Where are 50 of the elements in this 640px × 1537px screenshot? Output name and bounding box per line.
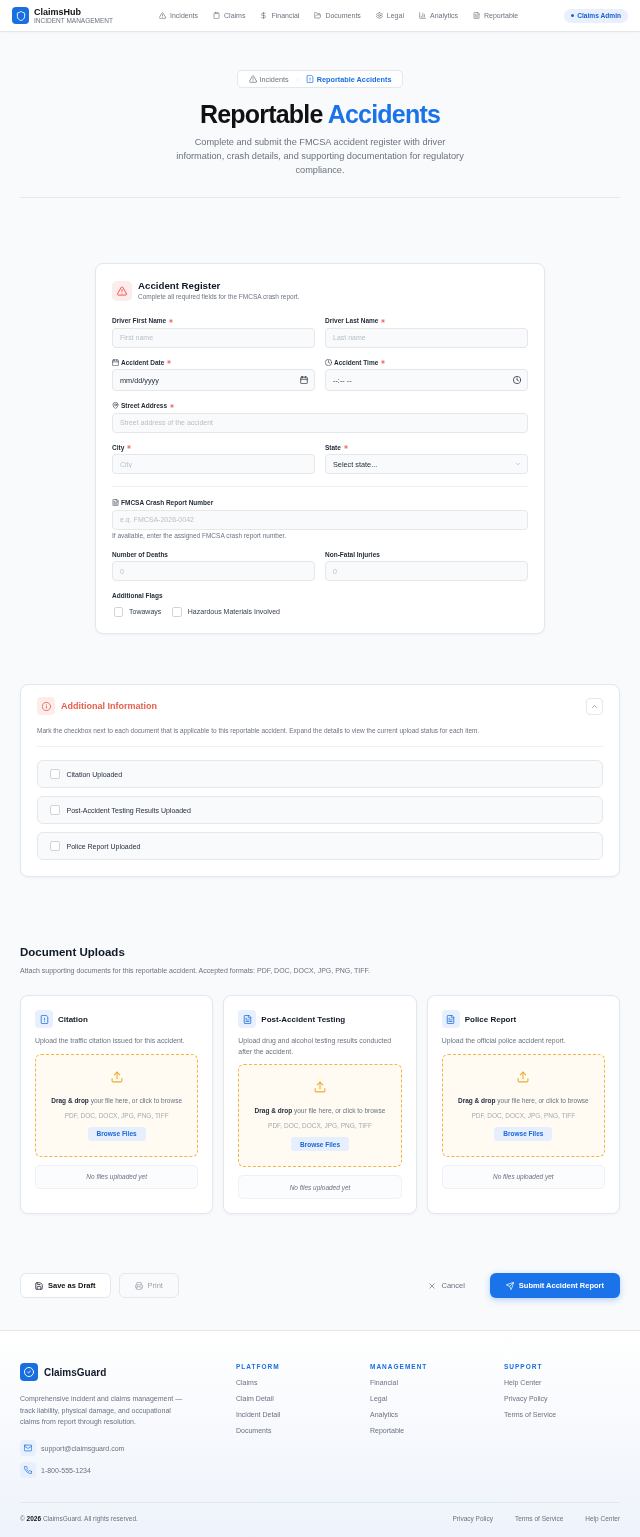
checkbox[interactable]: [50, 841, 60, 851]
document-icon: [473, 12, 480, 19]
phone-icon: [20, 1462, 36, 1479]
card-title: Police Report: [464, 1014, 517, 1024]
upload-icon: [314, 1081, 326, 1093]
close-icon: [428, 1281, 437, 1290]
warning-icon: [112, 280, 132, 301]
mail-icon: [20, 1440, 36, 1457]
card-title: Post-Accident Testing: [261, 1014, 346, 1024]
info-icon: [37, 697, 55, 715]
folder-icon: [314, 12, 322, 19]
printer-icon: [134, 1281, 143, 1290]
check-circle-logo-icon: [20, 1363, 38, 1382]
clock-icon: [513, 376, 521, 384]
chevron-down-icon: [515, 461, 521, 467]
warning-icon: [159, 12, 166, 19]
status-dot-icon: [571, 14, 575, 17]
calendar-icon: [300, 376, 308, 384]
send-icon: [505, 1281, 514, 1290]
clock-icon: [325, 358, 332, 366]
checkbox[interactable]: [50, 769, 60, 779]
collapse-button[interactable]: [586, 697, 603, 715]
section-title: Additional Information: [61, 701, 158, 711]
page-title: Reportable Accidents: [198, 99, 442, 129]
shield-logo-icon: [12, 7, 29, 24]
card-title: Accident Register: [138, 280, 222, 292]
footer-brand-name: ClaimsGuard: [44, 1366, 107, 1378]
upload-icon: [517, 1070, 530, 1083]
checkbox[interactable]: [172, 607, 182, 617]
upload-icon: [110, 1070, 123, 1083]
warning-icon: [248, 75, 257, 83]
document-icon: [238, 1010, 257, 1028]
document-icon: [112, 499, 119, 506]
card-title: Citation: [58, 1014, 88, 1024]
page-subtitle: Complete and submit the FMCSA accident register with driver information, crash details, and supporting documentation for regulatory compliance.: [175, 136, 465, 177]
calendar-icon: [112, 358, 119, 366]
checkbox[interactable]: [50, 805, 60, 815]
brand-name: ClaimsHub: [34, 6, 82, 17]
clipboard-icon: [213, 12, 220, 19]
dollar-icon: [260, 12, 268, 19]
bar-chart-icon: [418, 12, 426, 19]
save-icon: [35, 1281, 43, 1290]
gear-icon: [375, 12, 383, 19]
section-title: Document Uploads: [20, 945, 126, 959]
document-alert-icon: [305, 75, 314, 83]
document-alert-icon: [35, 1010, 53, 1028]
chevron-up-icon: [591, 702, 598, 710]
map-pin-icon: [112, 402, 119, 409]
document-icon: [441, 1010, 460, 1028]
checkbox[interactable]: [113, 607, 123, 617]
